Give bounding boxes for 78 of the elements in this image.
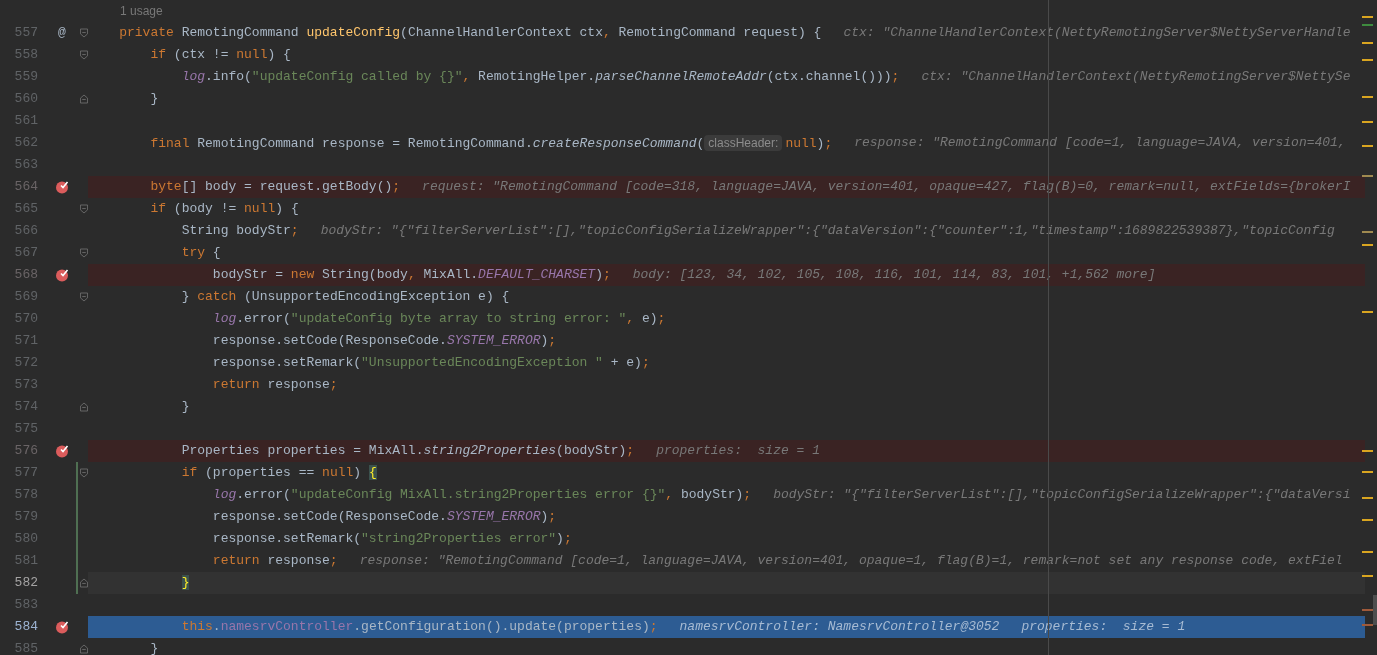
code-line: try {: [180, 244, 221, 262]
fold-icon[interactable]: [80, 248, 88, 258]
line-number: 577: [14, 465, 38, 480]
code-line: log.error("updateConfig byte array to string error: ", e);: [211, 310, 666, 328]
code-line: return response;: [211, 376, 338, 394]
code-line: } catch (UnsupportedEncodingException e) {: [180, 288, 510, 306]
fold-icon[interactable]: [80, 578, 88, 588]
code-line: String bodyStr;: [180, 222, 299, 240]
code-line: response.setRemark("UnsupportedEncodingException " + e);: [211, 354, 650, 372]
line-number: 574: [14, 399, 38, 414]
line-number: 560: [14, 91, 38, 106]
code-line: response.setRemark("string2Properties error");: [211, 530, 572, 548]
code-line: return response;: [211, 552, 338, 570]
code-line: bodyStr = new String(body, MixAll.DEFAULT_CHARSET);: [211, 266, 611, 284]
code-line: if (ctx != null) {: [149, 46, 291, 64]
code-line: if (properties == null) {: [180, 464, 377, 482]
fold-icon[interactable]: [80, 28, 88, 38]
line-number: 581: [14, 553, 38, 568]
code-line: response.setCode(ResponseCode.SYSTEM_ERROR);: [211, 508, 557, 526]
fold-icon[interactable]: [80, 402, 88, 412]
code-line: }: [149, 640, 159, 655]
fold-icon[interactable]: [80, 644, 88, 654]
line-number: 568: [14, 267, 38, 282]
debug-value-hint: ctx: "ChannelHandlerContext(NettyRemotingServer$NettySe: [921, 68, 1351, 86]
fold-icon[interactable]: [80, 468, 88, 478]
line-number: 566: [14, 223, 38, 238]
line-number: 575: [14, 421, 38, 436]
debug-value-hint: bodyStr: "{"filterServerList":[],"topicConfigSerializeWrapper":{"dataVersion":{"counter":1,"timestamp":1689822539387},"topicConfig: [320, 222, 1335, 240]
line-number: 570: [14, 311, 38, 326]
line-number: 557: [14, 25, 38, 40]
debug-value-hint: namesrvController: NamesrvController@3052: [679, 618, 1000, 636]
line-number: 558: [14, 47, 38, 62]
line-number: 561: [14, 113, 38, 128]
line-number: 585: [14, 641, 38, 655]
line-number: 572: [14, 355, 38, 370]
fold-icon[interactable]: [80, 292, 88, 302]
breakpoint-icon[interactable]: [55, 620, 69, 634]
fold-icon[interactable]: [80, 50, 88, 60]
line-number: 559: [14, 69, 38, 84]
code-line: private RemotingCommand updateConfig(ChannelHandlerContext ctx, RemotingCommand request) {: [118, 24, 822, 42]
fold-icon[interactable]: [80, 204, 88, 214]
code-line: log.error("updateConfig MixAll.string2Properties error {}", bodyStr);: [211, 486, 752, 504]
fold-icon[interactable]: [80, 94, 88, 104]
line-number: 579: [14, 509, 38, 524]
line-number: 569: [14, 289, 38, 304]
code-line: Properties properties = MixAll.string2Properties(bodyStr);: [180, 442, 635, 460]
line-number: 565: [14, 201, 38, 216]
line-number: 582: [14, 575, 38, 590]
breakpoint-icon[interactable]: [55, 444, 69, 458]
code-line: this.namesrvController.getConfiguration().update(properties);: [180, 618, 658, 636]
code-line: }: [180, 398, 190, 416]
line-number: 573: [14, 377, 38, 392]
line-number: 562: [14, 135, 38, 150]
debug-value-hint: body: [123, 34, 102, 105, 108, 116, 101, 114, 83, 101, +1,562 more]: [632, 266, 1156, 284]
debug-value-hint: response: "RemotingCommand [code=1, language=JAVA, version=401,: [854, 134, 1346, 152]
implementation-marker[interactable]: @: [58, 22, 66, 44]
line-number: 576: [14, 443, 38, 458]
code-line: log.info("updateConfig called by {}", RemotingHelper.parseChannelRemoteAddr(ctx.channel()));: [180, 68, 900, 86]
debug-value-hint: properties: size = 1: [656, 442, 820, 460]
code-line: final RemotingCommand response = RemotingCommand.createResponseCommand( classHeader: null);: [149, 134, 833, 153]
line-number: 578: [14, 487, 38, 502]
line-number: 584: [14, 619, 38, 634]
debug-value-hint: response: "RemotingCommand [code=1, language=JAVA, version=401, opaque=1, flag(B)=1, remark=not set any response code, extFiel: [359, 552, 1343, 570]
line-number: 571: [14, 333, 38, 348]
line-number: 583: [14, 597, 38, 612]
breakpoint-icon[interactable]: [55, 180, 69, 194]
line-number: 564: [14, 179, 38, 194]
code-line: byte[] body = request.getBody();: [149, 178, 401, 196]
code-line: response.setCode(ResponseCode.SYSTEM_ERROR);: [211, 332, 557, 350]
debug-value-hint: bodyStr: "{"filterServerList":[],"topicConfigSerializeWrapper":{"dataVersi: [773, 486, 1351, 504]
line-number: 580: [14, 531, 38, 546]
code-line: if (body != null) {: [149, 200, 299, 218]
debug-value-hint: request: "RemotingCommand [code=318, language=JAVA, version=401, opaque=427, flag(B)=0, remark=null, extFields={brokerI: [422, 178, 1351, 196]
line-number: 563: [14, 157, 38, 172]
code-line: }: [149, 90, 159, 108]
debug-value-hint: ctx: "ChannelHandlerContext(NettyRemotingServer$NettyServerHandle: [843, 24, 1351, 42]
line-number: 567: [14, 245, 38, 260]
breakpoint-icon[interactable]: [55, 268, 69, 282]
